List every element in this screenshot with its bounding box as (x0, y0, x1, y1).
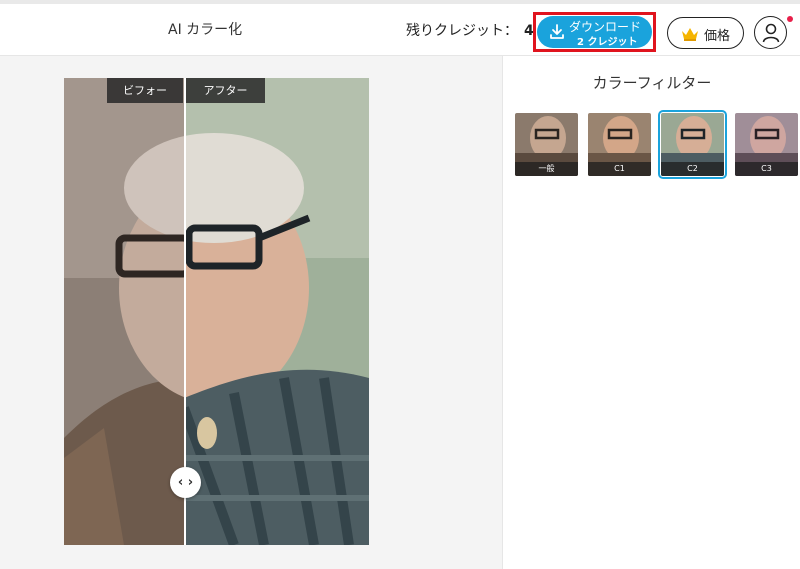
after-label: アフター (186, 78, 265, 103)
download-cost: 2 クレジット (577, 37, 638, 48)
pricing-button[interactable]: 価格 (667, 17, 744, 49)
filter-label: C3 (735, 162, 798, 176)
filter-thumb-c2[interactable]: C2 (658, 110, 727, 179)
top-bar: AI カラー化 残りクレジット： 4 ダウンロード 2 クレジット 価格 (0, 0, 800, 56)
user-icon (762, 23, 780, 43)
download-icon (550, 24, 564, 39)
notification-dot (787, 16, 793, 22)
filter-thumb-c1[interactable]: C1 (588, 113, 651, 176)
comparison-image[interactable]: ビフォー アフター ‹ › (64, 78, 369, 545)
filter-thumb-general[interactable]: 一般 (515, 113, 578, 176)
compare-handle-icon[interactable]: ‹ › (170, 467, 201, 498)
credits-display: 残りクレジット： 4 (406, 20, 534, 40)
before-label: ビフォー (107, 78, 183, 103)
filter-thumb-c3[interactable]: C3 (735, 113, 798, 176)
pricing-label: 価格 (704, 29, 731, 44)
filter-label: 一般 (515, 162, 578, 176)
filter-label: C2 (661, 162, 724, 176)
portrait-photo (64, 78, 369, 545)
crown-icon (682, 28, 698, 41)
credits-label: 残りクレジット： (406, 23, 518, 39)
filter-label: C1 (588, 162, 651, 176)
page-title: AI カラー化 (168, 22, 243, 38)
filter-panel-title: カラーフィルター (592, 74, 712, 92)
account-avatar-button[interactable] (754, 16, 787, 49)
download-button[interactable]: ダウンロード 2 クレジット (537, 16, 652, 48)
filter-panel: カラーフィルター 一般 C1 C2 C3 (502, 56, 800, 569)
